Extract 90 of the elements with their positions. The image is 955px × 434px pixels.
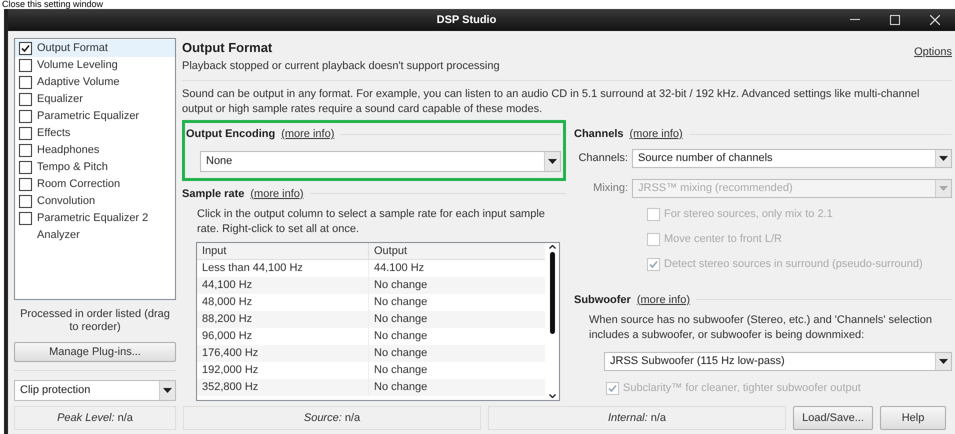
- plugin-item[interactable]: Parametric Equalizer 2: [15, 210, 175, 227]
- caret-icon: [939, 186, 948, 190]
- dropdown-arrow-button[interactable]: [935, 150, 951, 166]
- table-cell[interactable]: No change: [369, 345, 545, 362]
- dropdown-arrow-button[interactable]: [935, 353, 951, 370]
- sample-rate-description: Click in the output column to select a sample rate for each input sample rate. Right-click to set all at once.: [196, 207, 546, 237]
- subwoofer-description: When source has no subwoofer (Stereo, etc.) and 'Channels' selection includes a subwoofer, or subwoofer is being downmixed:: [588, 313, 933, 343]
- plugin-item[interactable]: Equalizer: [15, 91, 175, 108]
- dropdown-arrow-button[interactable]: [544, 152, 560, 170]
- dropdown-arrow-button[interactable]: [159, 381, 175, 400]
- caret-icon: [939, 359, 948, 364]
- checkbox[interactable]: [19, 93, 32, 106]
- more-info-link[interactable]: (more info): [630, 126, 683, 142]
- status-field: Peak Level: n/a: [14, 406, 176, 430]
- checkbox[interactable]: [19, 178, 32, 191]
- table-cell[interactable]: No change: [369, 277, 545, 294]
- status-field: Internal: n/a: [488, 406, 786, 430]
- checkbox[interactable]: [19, 110, 32, 123]
- close-icon: [930, 15, 940, 25]
- checkmark-icon: [649, 260, 658, 268]
- scroll-thumb[interactable]: [550, 252, 554, 334]
- dropdown-value: Clip protection: [19, 383, 92, 398]
- page-title: Output Format: [182, 39, 274, 57]
- more-info-link[interactable]: (more info): [281, 126, 334, 142]
- table-cell[interactable]: No change: [369, 311, 545, 328]
- maximize-icon: [890, 15, 900, 25]
- section-heading: Subwoofer: [574, 292, 631, 308]
- option-label: Move center to front L/R: [664, 232, 782, 247]
- window-title: DSP Studio: [436, 12, 498, 28]
- scroll-up-icon: [548, 245, 556, 249]
- option-label: Subclarity™ for cleaner, tighter subwoofer output: [623, 381, 861, 396]
- dropdown-value: JRSS™ mixing (recommended): [637, 180, 794, 196]
- mixing-label: Mixing:: [592, 180, 629, 196]
- dropdown-value: JRSS Subwoofer (115 Hz low-pass): [609, 354, 786, 370]
- caret-icon: [163, 388, 172, 393]
- table-cell[interactable]: No change: [369, 379, 545, 396]
- scroll-down-icon: [548, 394, 556, 398]
- dropdown-value: None: [205, 154, 234, 169]
- more-info-link[interactable]: (more info): [636, 292, 690, 308]
- minimize-icon: [850, 19, 860, 21]
- column-header[interactable]: Input: [197, 243, 369, 259]
- plugin-order-note: Processed in order listed (drag to reorder): [19, 308, 171, 334]
- checkbox[interactable]: [19, 42, 32, 55]
- more-info-link[interactable]: (more info): [250, 186, 304, 202]
- checkbox[interactable]: [19, 59, 32, 72]
- dialog-button[interactable]: Help: [880, 406, 946, 430]
- option-label: Detect stereo sources in surround (pseudo-surround): [664, 256, 923, 272]
- checkmark-icon: [608, 384, 617, 393]
- dropdown-field[interactable]: Source number of channels: [632, 148, 952, 168]
- caption-text: Close this setting window: [1, 0, 104, 9]
- description-text: Sound can be output in any format. For example, you can listen to an audio CD in 5.1 surround at 32-bit / 192 kHz. Advanced settings like multi-channel output or high sample rates require a sound card capable of these modes.: [182, 87, 920, 117]
- options-link[interactable]: Options: [914, 44, 952, 74]
- dropdown-field[interactable]: Clip protection: [14, 380, 176, 401]
- channels-label: Channels:: [577, 150, 629, 166]
- caret-icon: [548, 158, 557, 164]
- dropdown-value: Source number of channels: [637, 150, 774, 166]
- page-subtitle: Playback stopped or current playback doesn't support processing: [182, 58, 500, 74]
- section-heading: Output Encoding: [186, 127, 276, 142]
- section-heading: Sample rate: [182, 186, 244, 202]
- plugin-item[interactable]: Analyzer: [15, 227, 175, 244]
- checkbox[interactable]: [19, 127, 32, 140]
- plugin-item[interactable]: Volume Leveling: [15, 57, 175, 74]
- checkmark-icon: [21, 44, 30, 53]
- dropdown-field[interactable]: None: [200, 150, 561, 172]
- status-field: Source: n/a: [183, 406, 481, 430]
- checkbox[interactable]: [19, 195, 32, 208]
- plugin-item[interactable]: Parametric Equalizer: [15, 108, 175, 125]
- checkbox[interactable]: [19, 161, 32, 174]
- section-heading: Channels: [574, 127, 624, 142]
- plugin-item[interactable]: Convolution: [15, 193, 175, 210]
- column-header[interactable]: Output: [369, 243, 545, 259]
- checkbox[interactable]: [19, 212, 32, 225]
- dialog-button[interactable]: Load/Save...: [793, 406, 873, 430]
- table-cell[interactable]: 44.100 Hz: [369, 260, 545, 277]
- plugin-item[interactable]: Output Format: [15, 40, 175, 57]
- option-label: For stereo sources, only mix to 2.1: [664, 206, 833, 222]
- table-cell[interactable]: No change: [369, 362, 545, 379]
- manage-plugins-button[interactable]: Manage Plug-ins...: [14, 342, 176, 362]
- table-cell[interactable]: No change: [369, 328, 545, 345]
- plugin-item[interactable]: Tempo & Pitch: [15, 159, 175, 176]
- checkbox[interactable]: [19, 76, 32, 89]
- plugin-item[interactable]: Headphones: [15, 142, 175, 159]
- table-cell[interactable]: No change: [369, 294, 545, 311]
- plugin-item[interactable]: Room Correction: [15, 176, 175, 193]
- plugin-item[interactable]: Adaptive Volume: [15, 74, 175, 91]
- caret-icon: [939, 156, 948, 160]
- plugin-item[interactable]: Effects: [15, 125, 175, 142]
- dropdown-field[interactable]: JRSS Subwoofer (115 Hz low-pass): [604, 352, 952, 371]
- checkbox[interactable]: [19, 144, 32, 157]
- table-cell[interactable]: 352,800 Hz: [197, 379, 369, 396]
